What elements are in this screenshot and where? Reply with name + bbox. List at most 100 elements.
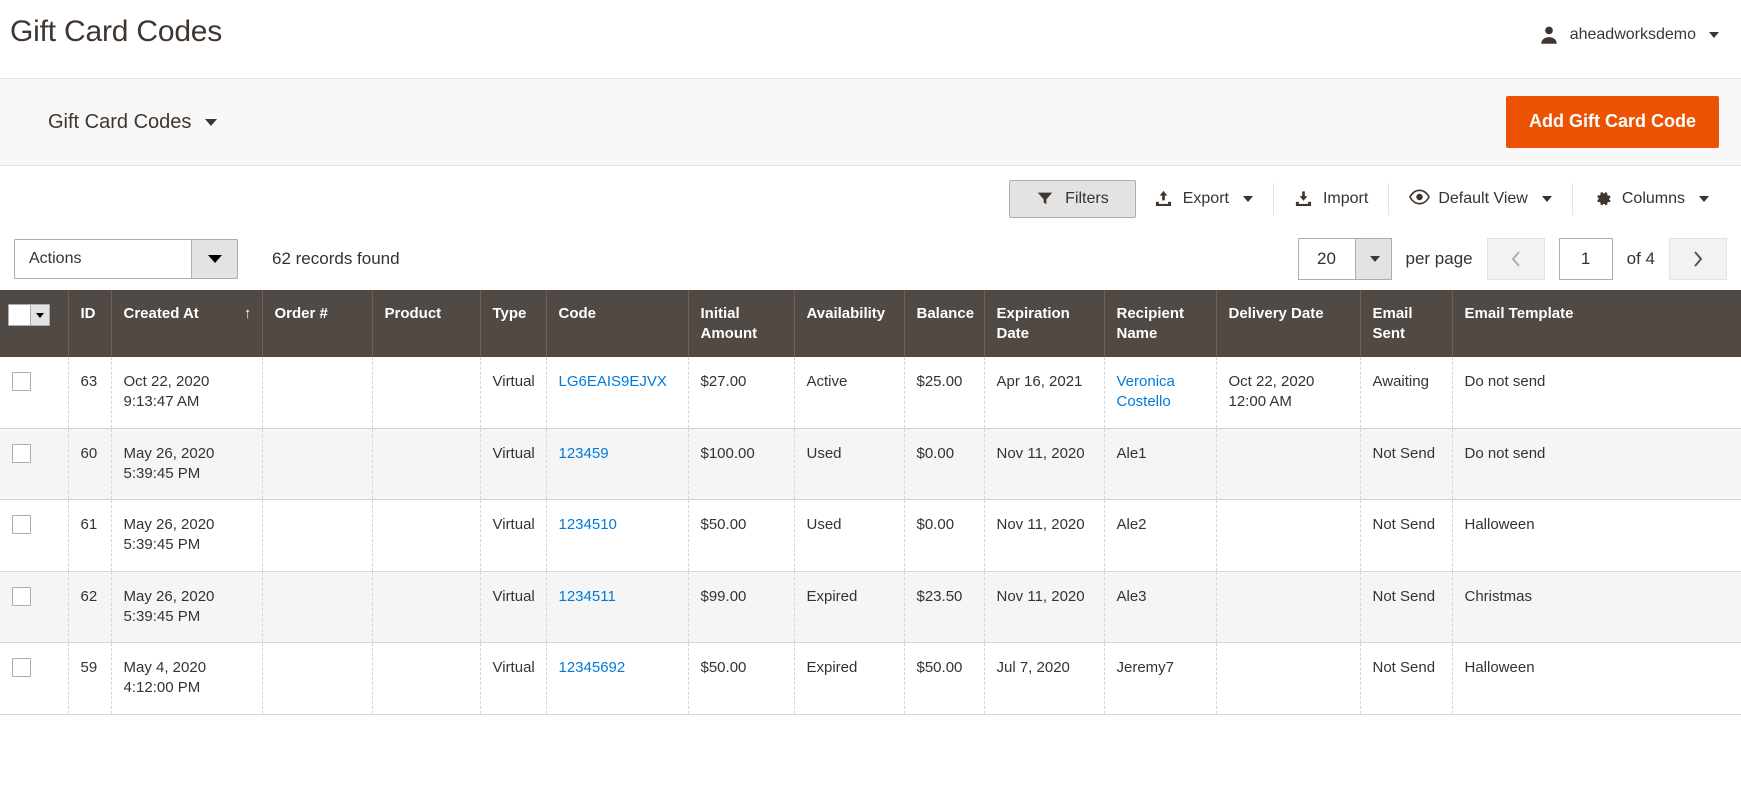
row-checkbox[interactable]	[12, 586, 31, 606]
column-header-type[interactable]: Type	[480, 290, 547, 357]
column-header-availability[interactable]: Availability	[794, 290, 905, 357]
column-header-order[interactable]: Order #	[262, 290, 373, 357]
filters-button[interactable]: Filters	[1009, 180, 1136, 218]
row-select-cell[interactable]	[0, 571, 69, 643]
cell-created-at: May 26, 2020 5:39:45 PM	[111, 499, 263, 572]
select-all-checkbox[interactable]	[9, 305, 30, 325]
row-checkbox[interactable]	[12, 658, 31, 677]
column-header-delivery-date[interactable]: Delivery Date	[1216, 290, 1361, 357]
code-link[interactable]: 123459	[559, 445, 609, 462]
column-label: Expiration Date	[996, 305, 1070, 342]
cell-code[interactable]: LG6EAIS9EJVX	[546, 357, 689, 429]
table-row[interactable]: 63 Oct 22, 2020 9:13:47 AM Virtual LG6EA…	[0, 357, 1741, 429]
actions-select[interactable]: Actions	[14, 239, 238, 279]
row-select-cell[interactable]	[0, 499, 69, 572]
created-date: May 4, 2020	[123, 659, 207, 676]
column-label: Initial Amount	[700, 305, 758, 342]
columns-button[interactable]: Columns	[1575, 180, 1727, 218]
cell-code[interactable]: 1234510	[546, 499, 689, 572]
select-all-dropdown[interactable]	[8, 304, 50, 326]
created-time: 9:13:47 AM	[123, 393, 200, 411]
cell-email-sent: Not Send	[1360, 499, 1453, 572]
table-row[interactable]: 59 May 4, 2020 4:12:00 PM Virtual 123456…	[0, 642, 1741, 715]
column-header-initial-amount[interactable]: Initial Amount	[688, 290, 795, 357]
code-link[interactable]: 12345692	[559, 659, 626, 676]
toolbar-divider	[1388, 183, 1390, 215]
column-header-email-sent[interactable]: Email Sent	[1360, 290, 1453, 357]
code-link[interactable]: LG6EAIS9EJVX	[559, 373, 667, 390]
column-label: Type	[492, 305, 527, 322]
cell-order	[262, 357, 373, 429]
column-label: Code	[558, 305, 597, 322]
grid-switcher[interactable]: Gift Card Codes	[48, 110, 218, 134]
recipient-link[interactable]: Veronica Costello	[1117, 373, 1175, 410]
export-icon	[1154, 189, 1174, 209]
add-gift-card-code-button[interactable]: Add Gift Card Code	[1506, 96, 1719, 148]
created-date: Oct 22, 2020	[123, 373, 210, 390]
per-page-value: 20	[1317, 249, 1336, 268]
chevron-left-icon	[1511, 251, 1520, 267]
created-date: May 26, 2020	[123, 444, 215, 462]
table-row[interactable]: 61 May 26, 2020 5:39:45 PM Virtual 12345…	[0, 499, 1741, 572]
cell-recipient-name: Ale1	[1104, 428, 1217, 500]
column-header-id[interactable]: ID	[68, 290, 112, 357]
grid-switcher-label: Gift Card Codes	[48, 110, 192, 133]
cell-delivery-date: Oct 22, 2020 12:00 AM	[1216, 357, 1361, 429]
row-checkbox[interactable]	[12, 372, 31, 391]
table-head: ID Created At ↑ Order # Product Type Cod…	[0, 290, 1741, 357]
cell-availability: Used	[794, 428, 905, 500]
table-row[interactable]: 60 May 26, 2020 5:39:45 PM Virtual 12345…	[0, 428, 1741, 500]
cell-recipient-name: Ale3	[1104, 571, 1217, 643]
table-row[interactable]: 62 May 26, 2020 5:39:45 PM Virtual 12345…	[0, 571, 1741, 643]
row-select-cell[interactable]	[0, 428, 69, 500]
actions-select-arrow[interactable]	[191, 240, 237, 278]
column-label: Order #	[274, 305, 328, 322]
created-time: 5:39:45 PM	[123, 536, 201, 554]
row-select-cell[interactable]	[0, 642, 69, 715]
cell-delivery-date	[1216, 571, 1361, 643]
row-checkbox[interactable]	[12, 443, 31, 463]
columns-label: Columns	[1621, 190, 1685, 207]
cell-recipient-name[interactable]: Veronica Costello	[1104, 357, 1217, 429]
page-title: Gift Card Codes	[10, 15, 223, 48]
chevron-right-icon	[1694, 251, 1703, 267]
column-header-expiration-date[interactable]: Expiration Date	[984, 290, 1105, 357]
next-page-button[interactable]	[1669, 238, 1727, 280]
cell-code[interactable]: 1234511	[546, 571, 689, 643]
column-header-created-at[interactable]: Created At ↑	[111, 290, 263, 357]
default-view-button[interactable]: Default View	[1391, 180, 1570, 218]
code-link[interactable]: 1234511	[559, 588, 616, 605]
row-select-cell[interactable]	[0, 357, 69, 429]
cell-type: Virtual	[480, 642, 547, 715]
column-header-product[interactable]: Product	[372, 290, 481, 357]
created-time: 5:39:45 PM	[123, 464, 201, 482]
cell-code[interactable]: 12345692	[546, 642, 689, 715]
export-button[interactable]: Export	[1136, 180, 1271, 218]
cell-id: 61	[68, 499, 112, 572]
recipient-last-name: Costello	[1116, 393, 1171, 411]
column-header-email-template[interactable]: Email Template	[1452, 290, 1741, 357]
import-button[interactable]: Import	[1276, 180, 1386, 218]
cell-product	[372, 499, 481, 572]
page-number-input[interactable]	[1558, 238, 1613, 280]
column-header-balance[interactable]: Balance	[904, 290, 985, 357]
cell-code[interactable]: 123459	[546, 428, 689, 500]
created-time: 5:39:45 PM	[123, 607, 201, 625]
select-all-header[interactable]	[0, 290, 69, 357]
column-label: Availability	[806, 305, 886, 322]
grid-header-controls: Actions 62 records found 20 per page 1 o…	[0, 228, 1741, 290]
column-header-code[interactable]: Code	[546, 290, 689, 357]
code-link[interactable]: 1234510	[559, 516, 617, 533]
per-page-select-arrow[interactable]	[1354, 239, 1391, 279]
select-all-arrow[interactable]	[30, 305, 49, 325]
cell-product	[372, 357, 481, 429]
row-checkbox[interactable]	[12, 515, 31, 534]
column-header-recipient-name[interactable]: Recipient Name	[1104, 290, 1217, 357]
column-label: Email Template	[1464, 305, 1574, 322]
user-menu[interactable]: aheadworksdemo	[1538, 14, 1719, 46]
per-page-select[interactable]: 20	[1297, 238, 1392, 280]
chevron-down-icon	[1709, 32, 1719, 38]
recipient-first-name: Veronica	[1116, 373, 1175, 390]
previous-page-button[interactable]	[1486, 238, 1545, 280]
sort-asc-icon: ↑	[244, 305, 252, 322]
